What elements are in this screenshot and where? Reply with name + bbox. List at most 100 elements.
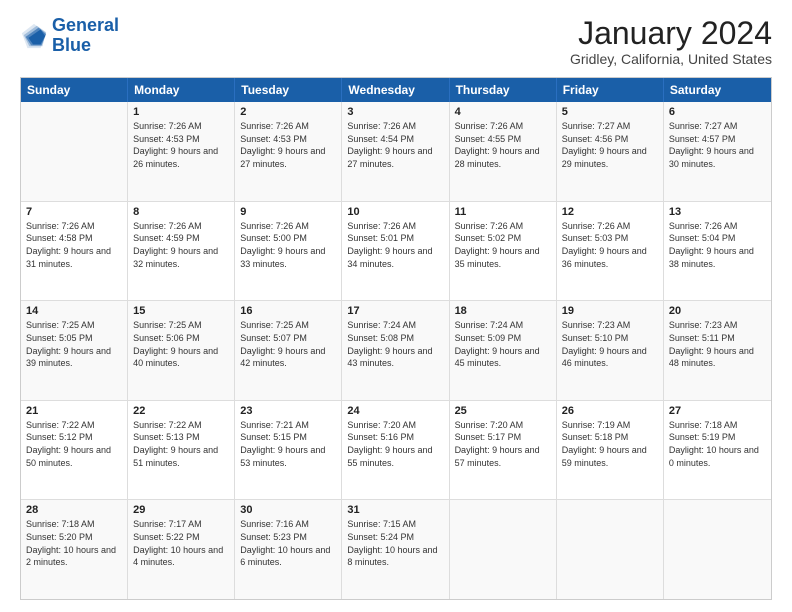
cell-info: Sunrise: 7:27 AM Sunset: 4:56 PM Dayligh…: [562, 120, 658, 170]
cell-day-number: 16: [240, 305, 336, 317]
cell-day-number: 5: [562, 106, 658, 118]
calendar-cell: 4 Sunrise: 7:26 AM Sunset: 4:55 PM Daylig…: [450, 102, 557, 201]
calendar-cell: 24Sunrise: 7:20 AM Sunset: 5:16 PM Dayli…: [342, 401, 449, 500]
calendar-cell: 17 Sunrise: 7:24 AM Sunset: 5:08 PM Dayli…: [342, 301, 449, 400]
calendar-cell: 1Sunrise: 7:26 AM Sunset: 4:53 PM Daylig…: [128, 102, 235, 201]
calendar-title: January 2024: [570, 16, 772, 51]
calendar-cell: 23 Sunrise: 7:21 AM Sunset: 5:15 PM Dayli…: [235, 401, 342, 500]
calendar-header-cell: Thursday: [450, 78, 557, 102]
calendar-cell: 6Sunrise: 7:27 AM Sunset: 4:57 PM Daylig…: [664, 102, 771, 201]
calendar-cell: 10 Sunrise: 7:26 AM Sunset: 5:01 PM Dayli…: [342, 202, 449, 301]
cell-info: Sunrise: 7:17 AM Sunset: 5:22 PM Dayligh…: [133, 518, 229, 568]
calendar-cell: 29 Sunrise: 7:17 AM Sunset: 5:22 PM Dayli…: [128, 500, 235, 599]
calendar-week: 28 Sunrise: 7:18 AM Sunset: 5:20 PM Dayli…: [21, 500, 771, 599]
cell-day-number: 2: [240, 106, 336, 118]
cell-day-number: 15: [133, 305, 229, 317]
calendar-week: 7 Sunrise: 7:26 AM Sunset: 4:58 PM Daylig…: [21, 202, 771, 302]
cell-day-number: 3: [347, 106, 443, 118]
cell-info: Sunrise: 7:24 AM Sunset: 5:08 PM Dayligh…: [347, 319, 443, 369]
cell-info: Sunrise: 7:26 AM Sunset: 5:01 PM Dayligh…: [347, 220, 443, 270]
cell-day-number: 26: [562, 405, 658, 417]
cell-day-number: 11: [455, 206, 551, 218]
cell-day-number: 21: [26, 405, 122, 417]
cell-day-number: 4: [455, 106, 551, 118]
cell-info: Sunrise: 7:26 AM Sunset: 4:59 PM Dayligh…: [133, 220, 229, 270]
calendar-cell: 12Sunrise: 7:26 AM Sunset: 5:03 PM Dayli…: [557, 202, 664, 301]
cell-day-number: 30: [240, 504, 336, 516]
cell-day-number: 8: [133, 206, 229, 218]
calendar-cell: 9 Sunrise: 7:26 AM Sunset: 5:00 PM Daylig…: [235, 202, 342, 301]
logo-general: General: [52, 15, 119, 35]
calendar-header-cell: Friday: [557, 78, 664, 102]
cell-info: Sunrise: 7:26 AM Sunset: 4:53 PM Dayligh…: [133, 120, 229, 170]
calendar-header-cell: Saturday: [664, 78, 771, 102]
calendar-cell: 25 Sunrise: 7:20 AM Sunset: 5:17 PM Dayli…: [450, 401, 557, 500]
cell-day-number: 17: [347, 305, 443, 317]
calendar-cell: 28 Sunrise: 7:18 AM Sunset: 5:20 PM Dayli…: [21, 500, 128, 599]
cell-info: Sunrise: 7:18 AM Sunset: 5:20 PM Dayligh…: [26, 518, 122, 568]
calendar-body: 1Sunrise: 7:26 AM Sunset: 4:53 PM Daylig…: [21, 102, 771, 599]
cell-info: Sunrise: 7:25 AM Sunset: 5:05 PM Dayligh…: [26, 319, 122, 369]
calendar-header-cell: Tuesday: [235, 78, 342, 102]
cell-info: Sunrise: 7:22 AM Sunset: 5:12 PM Dayligh…: [26, 419, 122, 469]
cell-day-number: 23: [240, 405, 336, 417]
cell-day-number: 29: [133, 504, 229, 516]
calendar-cell: 20 Sunrise: 7:23 AM Sunset: 5:11 PM Dayli…: [664, 301, 771, 400]
calendar-week: 21 Sunrise: 7:22 AM Sunset: 5:12 PM Dayli…: [21, 401, 771, 501]
cell-day-number: 14: [26, 305, 122, 317]
calendar-cell: 2Sunrise: 7:26 AM Sunset: 4:53 PM Daylig…: [235, 102, 342, 201]
logo-icon: [20, 22, 48, 50]
cell-day-number: 25: [455, 405, 551, 417]
calendar-cell: 21 Sunrise: 7:22 AM Sunset: 5:12 PM Dayli…: [21, 401, 128, 500]
calendar-cell: 19 Sunrise: 7:23 AM Sunset: 5:10 PM Dayli…: [557, 301, 664, 400]
title-block: January 2024 Gridley, California, United…: [570, 16, 772, 67]
cell-info: Sunrise: 7:19 AM Sunset: 5:18 PM Dayligh…: [562, 419, 658, 469]
cell-day-number: 24: [347, 405, 443, 417]
cell-day-number: 10: [347, 206, 443, 218]
calendar-cell: 30Sunrise: 7:16 AM Sunset: 5:23 PM Dayli…: [235, 500, 342, 599]
cell-info: Sunrise: 7:23 AM Sunset: 5:11 PM Dayligh…: [669, 319, 766, 369]
cell-day-number: 18: [455, 305, 551, 317]
calendar-cell: 26 Sunrise: 7:19 AM Sunset: 5:18 PM Dayli…: [557, 401, 664, 500]
cell-info: Sunrise: 7:26 AM Sunset: 4:55 PM Dayligh…: [455, 120, 551, 170]
calendar-cell: [21, 102, 128, 201]
calendar-week: 14 Sunrise: 7:25 AM Sunset: 5:05 PM Dayli…: [21, 301, 771, 401]
calendar-header: SundayMondayTuesdayWednesdayThursdayFrid…: [21, 78, 771, 102]
calendar-cell: 7 Sunrise: 7:26 AM Sunset: 4:58 PM Daylig…: [21, 202, 128, 301]
cell-day-number: 28: [26, 504, 122, 516]
cell-info: Sunrise: 7:26 AM Sunset: 5:02 PM Dayligh…: [455, 220, 551, 270]
cell-day-number: 19: [562, 305, 658, 317]
cell-info: Sunrise: 7:21 AM Sunset: 5:15 PM Dayligh…: [240, 419, 336, 469]
cell-info: Sunrise: 7:15 AM Sunset: 5:24 PM Dayligh…: [347, 518, 443, 568]
page: General Blue January 2024 Gridley, Calif…: [0, 0, 792, 612]
calendar-cell: [557, 500, 664, 599]
logo: General Blue: [20, 16, 119, 56]
cell-day-number: 7: [26, 206, 122, 218]
cell-info: Sunrise: 7:24 AM Sunset: 5:09 PM Dayligh…: [455, 319, 551, 369]
calendar-cell: 3Sunrise: 7:26 AM Sunset: 4:54 PM Daylig…: [342, 102, 449, 201]
cell-info: Sunrise: 7:26 AM Sunset: 5:04 PM Dayligh…: [669, 220, 766, 270]
calendar-cell: 14 Sunrise: 7:25 AM Sunset: 5:05 PM Dayli…: [21, 301, 128, 400]
cell-info: Sunrise: 7:25 AM Sunset: 5:07 PM Dayligh…: [240, 319, 336, 369]
header: General Blue January 2024 Gridley, Calif…: [20, 16, 772, 67]
cell-info: Sunrise: 7:27 AM Sunset: 4:57 PM Dayligh…: [669, 120, 766, 170]
calendar-cell: 27Sunrise: 7:18 AM Sunset: 5:19 PM Dayli…: [664, 401, 771, 500]
calendar-cell: 5 Sunrise: 7:27 AM Sunset: 4:56 PM Daylig…: [557, 102, 664, 201]
logo-text: General Blue: [52, 16, 119, 56]
calendar-cell: 15Sunrise: 7:25 AM Sunset: 5:06 PM Dayli…: [128, 301, 235, 400]
cell-info: Sunrise: 7:20 AM Sunset: 5:17 PM Dayligh…: [455, 419, 551, 469]
cell-info: Sunrise: 7:26 AM Sunset: 5:00 PM Dayligh…: [240, 220, 336, 270]
cell-day-number: 22: [133, 405, 229, 417]
calendar-cell: 8 Sunrise: 7:26 AM Sunset: 4:59 PM Daylig…: [128, 202, 235, 301]
cell-info: Sunrise: 7:26 AM Sunset: 5:03 PM Dayligh…: [562, 220, 658, 270]
calendar-header-cell: Wednesday: [342, 78, 449, 102]
cell-info: Sunrise: 7:26 AM Sunset: 4:58 PM Dayligh…: [26, 220, 122, 270]
calendar: SundayMondayTuesdayWednesdayThursdayFrid…: [20, 77, 772, 600]
cell-info: Sunrise: 7:23 AM Sunset: 5:10 PM Dayligh…: [562, 319, 658, 369]
calendar-cell: 18 Sunrise: 7:24 AM Sunset: 5:09 PM Dayli…: [450, 301, 557, 400]
cell-day-number: 20: [669, 305, 766, 317]
calendar-week: 1Sunrise: 7:26 AM Sunset: 4:53 PM Daylig…: [21, 102, 771, 202]
calendar-cell: 22Sunrise: 7:22 AM Sunset: 5:13 PM Dayli…: [128, 401, 235, 500]
cell-info: Sunrise: 7:18 AM Sunset: 5:19 PM Dayligh…: [669, 419, 766, 469]
cell-day-number: 9: [240, 206, 336, 218]
